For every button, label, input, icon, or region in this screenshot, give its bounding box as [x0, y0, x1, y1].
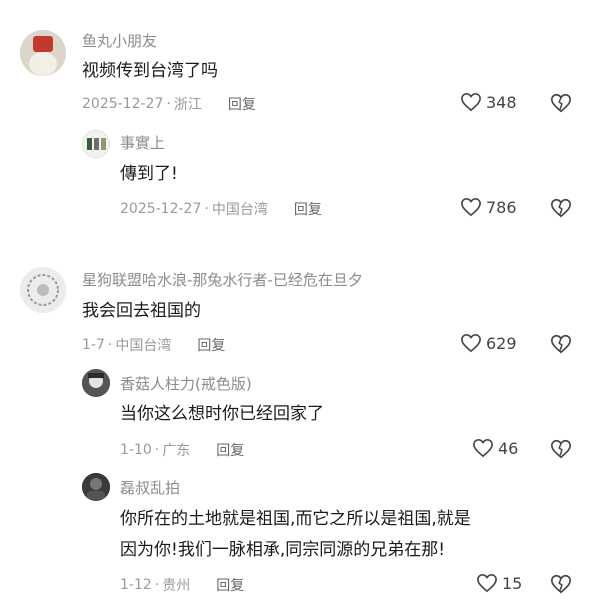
like-count: 629 [486, 333, 517, 353]
reply-item: 香菇人柱力(戒色版) 当你这么想时你已经回家了 1-10 · 广东 回复 46 [0, 365, 596, 465]
comment-text: 当你这么想时你已经回家了 [120, 404, 324, 424]
heart-outline-icon [461, 92, 481, 112]
avatar-image [20, 30, 66, 76]
like-count: 46 [498, 438, 519, 458]
comment-text-line: 因为你!我们一脉相承,同宗同源的兄弟在那! [120, 540, 446, 560]
comment-meta: 1-10 · 广东 回复 [120, 440, 244, 460]
comment-text: 傳到了! [120, 164, 178, 184]
reply-button[interactable]: 回复 [294, 199, 322, 219]
user-avatar[interactable] [82, 473, 110, 501]
like-button[interactable]: 786 [460, 197, 517, 217]
meta-separator: · [154, 577, 160, 593]
reply-item: 事實上 傳到了! 2025-12-27 · 中国台湾 回复 786 [0, 120, 596, 230]
user-avatar[interactable] [82, 369, 110, 397]
reply-button[interactable]: 回复 [216, 575, 244, 595]
heart-outline-icon [461, 197, 481, 217]
broken-heart-icon[interactable] [550, 573, 572, 595]
avatar-image [20, 267, 66, 313]
comment-item: 星狗联盟哈水浪-那兔水行者-已经危在旦夕 我会回去祖国的 1-7 · 中国台湾 … [0, 255, 596, 365]
meta-separator: · [107, 337, 113, 353]
reply-item: 磊叔乱拍 你所在的土地就是祖国,而它之所以是祖国,就是 因为你!我们一脉相承,同… [0, 465, 596, 603]
avatar-image [82, 473, 110, 501]
meta-separator: · [166, 96, 171, 112]
avatar-image [87, 138, 106, 150]
reply-button[interactable]: 回复 [228, 94, 256, 114]
comment-meta: 2025-12-27 · 浙江 回复 [82, 94, 256, 114]
like-count: 786 [486, 197, 517, 217]
comment-username[interactable]: 磊叔乱拍 [120, 477, 180, 498]
heart-outline-icon [477, 573, 497, 593]
comment-date: 2025-12-27 [82, 96, 164, 112]
comment-username[interactable]: 鱼丸小朋友 [82, 30, 157, 51]
comment-date: 1-10 [120, 442, 152, 458]
comment-date: 2025-12-27 [120, 201, 202, 217]
meta-separator: · [204, 201, 209, 217]
comment-meta: 1-12 · 贵州 回复 [120, 575, 244, 595]
like-count: 15 [502, 573, 523, 593]
comment-location: 中国台湾 [211, 202, 268, 218]
reply-button[interactable]: 回复 [216, 440, 244, 460]
broken-heart-icon[interactable] [550, 197, 572, 219]
comment-location: 中国台湾 [115, 338, 172, 354]
broken-heart-icon[interactable] [550, 92, 572, 114]
comment-meta: 1-7 · 中国台湾 回复 [82, 335, 225, 355]
meta-separator: · [154, 442, 160, 458]
comment-text: 我会回去祖国的 [82, 301, 201, 321]
comment-username[interactable]: 事實上 [120, 132, 165, 153]
like-button[interactable]: 348 [460, 92, 517, 112]
comment-location: 广东 [162, 443, 191, 459]
like-button[interactable]: 629 [460, 333, 517, 353]
like-count: 348 [486, 92, 517, 112]
comment-item: 鱼丸小朋友 视频传到台湾了吗 2025-12-27 · 浙江 回复 348 [0, 0, 596, 120]
user-avatar[interactable] [20, 30, 66, 76]
heart-outline-icon [473, 438, 493, 458]
comment-username[interactable]: 星狗联盟哈水浪-那兔水行者-已经危在旦夕 [82, 269, 363, 290]
broken-heart-icon[interactable] [550, 333, 572, 355]
comment-date: 1-7 [82, 337, 105, 353]
comment-date: 1-12 [120, 577, 152, 593]
comment-meta: 2025-12-27 · 中国台湾 回复 [120, 199, 322, 219]
user-avatar[interactable] [82, 130, 110, 158]
comment-username[interactable]: 香菇人柱力(戒色版) [120, 373, 252, 394]
broken-heart-icon[interactable] [550, 438, 572, 460]
comment-location: 贵州 [162, 578, 191, 594]
heart-outline-icon [461, 333, 481, 353]
like-button[interactable]: 15 [476, 573, 522, 593]
avatar-image [82, 369, 110, 397]
reply-button[interactable]: 回复 [197, 335, 225, 355]
user-avatar[interactable] [20, 267, 66, 313]
like-button[interactable]: 46 [472, 438, 518, 458]
comment-location: 浙江 [173, 97, 202, 113]
comment-text: 视频传到台湾了吗 [82, 61, 218, 81]
comment-text-line: 你所在的土地就是祖国,而它之所以是祖国,就是 [120, 509, 471, 529]
